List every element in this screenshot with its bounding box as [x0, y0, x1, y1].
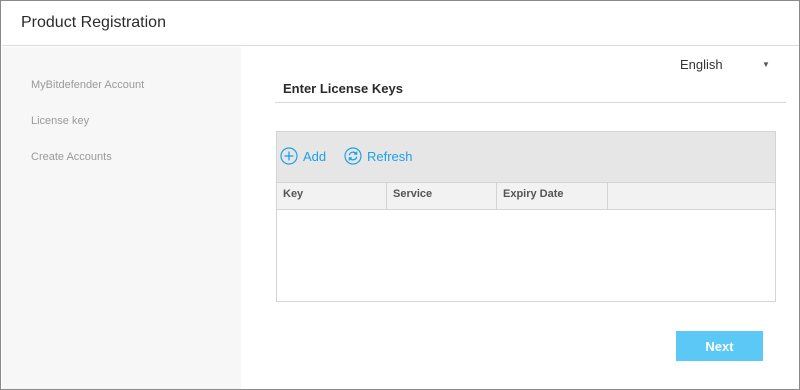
language-select[interactable]: English ▼	[673, 55, 777, 75]
sidebar-item-mybitdefender-account[interactable]: MyBitdefender Account	[31, 79, 144, 91]
title-bar: Product Registration	[2, 2, 799, 46]
sidebar-item-license-key[interactable]: License key	[31, 115, 89, 127]
table-header: Key Service Expiry Date	[277, 182, 775, 210]
add-button-label: Add	[303, 148, 327, 164]
sidebar: MyBitdefender Account License key Create…	[2, 47, 241, 389]
refresh-button-label: Refresh	[367, 148, 413, 164]
license-keys-table-body	[277, 210, 775, 301]
column-header-service[interactable]: Service	[387, 183, 497, 210]
section-title: Enter License Keys	[283, 81, 403, 96]
sidebar-item-create-accounts[interactable]: Create Accounts	[31, 151, 112, 163]
license-keys-panel: Add Refresh Key Service Expiry Date	[276, 131, 776, 302]
refresh-circle-icon	[344, 147, 362, 165]
column-header-key[interactable]: Key	[277, 183, 387, 210]
window-title: Product Registration	[21, 14, 166, 31]
column-header-blank	[608, 183, 775, 210]
refresh-button[interactable]: Refresh	[344, 146, 413, 166]
product-registration-window: Product Registration MyBitdefender Accou…	[0, 0, 800, 390]
plus-circle-icon	[280, 147, 298, 165]
caret-down-icon: ▼	[762, 60, 770, 69]
keys-toolbar: Add Refresh	[277, 132, 775, 182]
language-selected-value: English	[680, 57, 723, 72]
add-button[interactable]: Add	[280, 146, 326, 166]
column-header-expiry-date[interactable]: Expiry Date	[497, 183, 608, 210]
section-divider	[275, 102, 786, 103]
next-button[interactable]: Next	[676, 331, 763, 361]
